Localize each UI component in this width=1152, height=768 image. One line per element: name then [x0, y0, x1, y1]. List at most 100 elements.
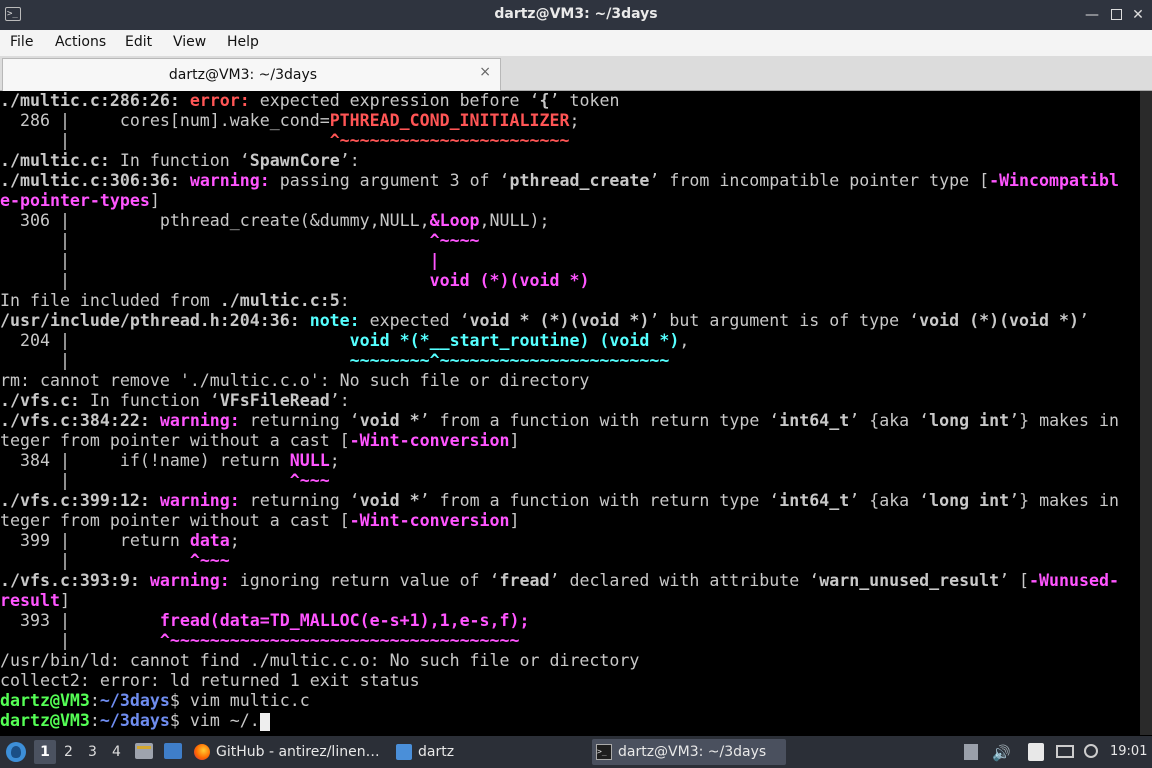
tab-bar: dartz@VM3: ~/3days ×: [0, 56, 1152, 91]
terminal-text: int64_t: [779, 411, 850, 430]
close-window-button[interactable]: ✕: [1128, 5, 1148, 25]
terminal-text: expected ‘: [369, 311, 470, 330]
notes-tray-icon[interactable]: [1028, 743, 1044, 761]
terminal-text: |: [0, 551, 190, 570]
terminal-text: ^~~~: [189, 551, 230, 570]
terminal-text: ./vfs.c:399:12:: [0, 491, 160, 510]
terminal-line: 306 | pthread_create(&dummy,NULL,&Loop,N…: [0, 211, 1140, 231]
terminal-line: 393 | fread(data=TD_MALLOC(e-s+1),1,e-s,…: [0, 611, 1140, 631]
terminal-text: data: [189, 531, 230, 550]
terminal-text: ./multic.c:306:36:: [0, 171, 190, 190]
terminal-text: void *: [359, 411, 420, 430]
workspace-1[interactable]: 1: [34, 740, 56, 764]
terminal-line: ./multic.c:286:26: error: expected expre…: [0, 91, 1140, 111]
workspace-2[interactable]: 2: [64, 744, 73, 760]
show-desktop-icon[interactable]: [164, 743, 182, 759]
terminal-text: 393 |: [0, 611, 160, 630]
terminal-text: ;: [229, 531, 240, 550]
menu-edit[interactable]: Edit: [125, 34, 152, 50]
tab-terminal[interactable]: dartz@VM3: ~/3days ×: [2, 58, 501, 91]
terminal-text: :: [339, 291, 350, 310]
workspace-3[interactable]: 3: [88, 744, 97, 760]
files-launcher-icon[interactable]: [135, 743, 153, 759]
terminal-text: ^~~~~~~~~~~~~~~~~~~~~~~~: [329, 131, 570, 150]
menu-view[interactable]: View: [173, 34, 206, 50]
terminal-text: ’ from incompatible pointer type [: [649, 171, 990, 190]
workspace-4[interactable]: 4: [112, 744, 121, 760]
start-menu-icon[interactable]: [6, 742, 26, 762]
terminal-text: ]: [509, 511, 520, 530]
terminal-text: ;: [329, 451, 340, 470]
terminal-line: | ^~~~~~~~~~~~~~~~~~~~~~~~~~~~~~~~~~~~: [0, 631, 1140, 651]
terminal-output[interactable]: ./multic.c:286:26: error: expected expre…: [0, 91, 1140, 735]
terminal-text: int64_t: [779, 491, 850, 510]
terminal-text: 204 |: [0, 331, 350, 350]
terminal-text: In file included from: [0, 291, 220, 310]
terminal-text: -Wincompatibl: [989, 171, 1119, 190]
network-icon[interactable]: [1056, 745, 1074, 758]
terminal-text: warn_unused_result: [819, 571, 1000, 590]
terminal-text: note:: [309, 311, 370, 330]
terminal-text: passing argument 3 of ‘: [279, 171, 510, 190]
terminal-text: |: [0, 251, 430, 270]
terminal-text: error:: [189, 91, 260, 110]
terminal-text: In function ‘: [109, 151, 250, 170]
terminal-text: void * (*)(void *): [469, 311, 650, 330]
taskbar-app-file-manager[interactable]: dartz: [396, 739, 586, 765]
terminal-text: :: [89, 711, 100, 730]
terminal-line: | ^~~~: [0, 551, 1140, 571]
taskbar-app-terminal[interactable]: >_ dartz@VM3: ~/3days: [592, 739, 786, 765]
terminal-text: e-pointer-types: [0, 191, 150, 210]
terminal-text: fread(data=TD_MALLOC(e-s+1),1,e-s,f);: [159, 611, 530, 630]
terminal-text: 286 | cores[num].wake_cond=: [0, 111, 330, 130]
terminal-text: ’ from a function with return type ‘: [419, 491, 780, 510]
terminal-text: long int: [929, 411, 1010, 430]
taskbar-app-firefox[interactable]: GitHub - antirez/linen…: [194, 739, 390, 765]
terminal-text: |: [0, 231, 430, 250]
terminal-line: | ^~~~: [0, 471, 1140, 491]
menu-file[interactable]: File: [10, 34, 33, 50]
terminal-text: ’:: [329, 391, 350, 410]
minimize-button[interactable]: —: [1082, 5, 1102, 25]
terminal-text: collect2: error: ld returned 1 exit stat…: [0, 671, 420, 690]
terminal-text: fread: [499, 571, 550, 590]
terminal-text: $ vim multic.c: [169, 691, 310, 710]
terminal-line: collect2: error: ld returned 1 exit stat…: [0, 671, 1140, 691]
terminal-text: ’ token: [549, 91, 620, 110]
taskbar: 1 2 3 4 GitHub - antirez/linen… dartz >_…: [0, 736, 1152, 768]
terminal-text: void (*)(void *): [919, 311, 1079, 330]
terminal-text: ~/3days: [99, 711, 170, 730]
terminal-text: ’ declared with attribute ‘: [549, 571, 820, 590]
terminal-line: 286 | cores[num].wake_cond=PTHREAD_COND_…: [0, 111, 1140, 131]
terminal-line: ./vfs.c: In function ‘VFsFileRead’:: [0, 391, 1140, 411]
tab-close-icon[interactable]: ×: [479, 64, 491, 80]
terminal-text: ’ from a function with return type ‘: [419, 411, 780, 430]
terminal-text: dartz@VM3: [0, 711, 90, 730]
terminal-line: ./vfs.c:393:9: warning: ignoring return …: [0, 571, 1140, 591]
terminal-line: /usr/bin/ld: cannot find ./multic.c.o: N…: [0, 651, 1140, 671]
terminal-scrollbar[interactable]: [1140, 91, 1152, 735]
terminal-text: PTHREAD_COND_INITIALIZER: [329, 111, 570, 130]
terminal-text: |: [0, 471, 290, 490]
maximize-button[interactable]: [1106, 5, 1126, 25]
terminal-text: returning ‘: [249, 411, 360, 430]
terminal-text: ./multic.c:286:26:: [0, 91, 190, 110]
terminal-text: /usr/bin/ld: cannot find ./multic.c.o: N…: [0, 651, 640, 670]
terminal-text: rm: cannot remove './multic.c.o': No suc…: [0, 371, 590, 390]
terminal-icon: >_: [596, 744, 612, 760]
terminal-text: void *: [359, 491, 420, 510]
terminal-line: | ~~~~~~~~^~~~~~~~~~~~~~~~~~~~~~~~: [0, 351, 1140, 371]
volume-icon[interactable]: 🔊: [992, 744, 1011, 762]
terminal-line: ./vfs.c:384:22: warning: returning ‘void…: [0, 411, 1140, 431]
terminal-text: -Wint-conversion: [349, 511, 510, 530]
menu-help[interactable]: Help: [227, 34, 259, 50]
terminal-line: ./multic.c:306:36: warning: passing argu…: [0, 171, 1140, 191]
clock-icon: [1084, 744, 1098, 758]
terminal-line: ./multic.c: In function ‘SpawnCore’:: [0, 151, 1140, 171]
clock[interactable]: 19:01: [1110, 744, 1147, 759]
terminal-line: teger from pointer without a cast [-Wint…: [0, 431, 1140, 451]
tray-clipboard-icon[interactable]: [964, 744, 978, 760]
terminal-line: result]: [0, 591, 1140, 611]
terminal-text: ignoring return value of ‘: [239, 571, 500, 590]
menu-actions[interactable]: Actions: [55, 34, 106, 50]
